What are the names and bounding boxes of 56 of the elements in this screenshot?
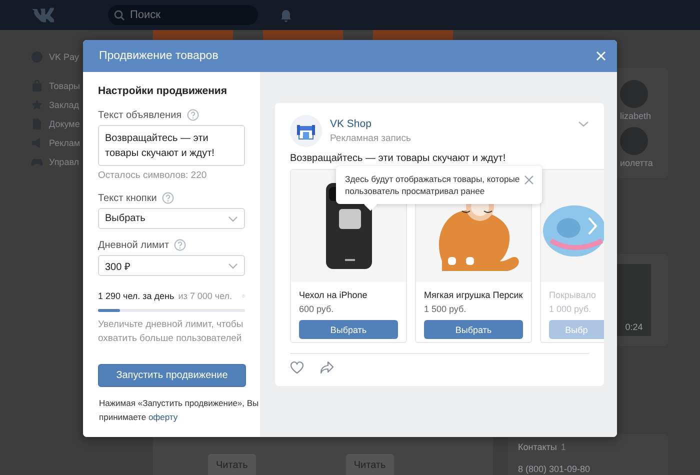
avatar: [620, 80, 648, 108]
select-button[interactable]: Выбрать: [424, 320, 523, 339]
search-icon: [114, 10, 125, 20]
chevron-down-icon: [228, 216, 238, 222]
post-subtitle: Рекламная запись: [330, 133, 411, 144]
contacts-count: 1: [560, 442, 566, 452]
bell-icon: [280, 8, 292, 22]
product-price: 600 руб.: [299, 304, 335, 314]
daily-limit-select[interactable]: 300 ₽: [98, 255, 245, 276]
phone-number: 8 (800) 301-09-80: [518, 464, 592, 474]
logo-icon: [30, 5, 54, 25]
close-icon[interactable]: [524, 175, 534, 185]
friend-name[interactable]: иолетта: [620, 158, 653, 168]
button-text-select[interactable]: Выбрать: [98, 208, 245, 229]
contacts-title: Контакты: [518, 442, 557, 452]
field-label: Текст кнопки: [98, 192, 157, 204]
offer-link[interactable]: оферту: [148, 412, 178, 422]
help-icon: [174, 239, 186, 251]
reach-total: из 7 000 чел.: [178, 291, 232, 301]
heart-icon[interactable]: [290, 361, 304, 374]
video-thumbnail[interactable]: 0:24: [617, 264, 651, 336]
select-button[interactable]: Выбрать: [299, 320, 398, 339]
video-duration: 0:24: [625, 322, 643, 332]
section-heading: Настройки продвижения: [98, 85, 228, 97]
nav-item[interactable]: Реклам: [49, 138, 80, 148]
chevron-down-icon: [578, 121, 589, 128]
nav-item[interactable]: Докуме: [49, 118, 80, 128]
product-title: Покрывало: [549, 290, 597, 300]
help-icon: [186, 109, 199, 121]
chevron-down-icon: [228, 262, 238, 268]
avatar: [620, 127, 648, 155]
product-price: 1 000 руб.: [549, 304, 592, 314]
modal-title: Продвижение товаров: [99, 50, 218, 62]
hint-text: Увеличьте дневной лимит, чтобы охватить больше пользователей: [98, 318, 244, 346]
terms-text: Нажимая «Запустить продвижение», Вы принимаете оферту: [98, 397, 260, 424]
reach-count: 1 290 чел. за день: [98, 291, 174, 301]
product-price: 1 500 руб.: [424, 304, 468, 314]
author-name[interactable]: VK Shop: [330, 118, 411, 130]
field-label: Текст объявления: [98, 110, 182, 120]
help-icon: [162, 192, 174, 204]
friend-name[interactable]: lizabeth: [620, 111, 652, 121]
product-title: Мягкая игрушка Персик: [424, 290, 524, 300]
launch-button[interactable]: Запустить продвижение: [98, 364, 246, 387]
nav-item[interactable]: Заклад: [49, 100, 79, 110]
field-label: Дневной лимит: [98, 240, 170, 250]
nav-item[interactable]: Товары: [49, 80, 80, 90]
nav-item[interactable]: VK Pay: [49, 52, 80, 62]
character-counter: Осталось символов: 220: [98, 170, 208, 181]
product-title: Чехол на iPhone: [299, 290, 368, 300]
chevron-right-icon[interactable]: [587, 217, 598, 235]
tooltip-text: Здесь будут отображаться товары, которые пользователь просматривал ранее: [345, 174, 520, 196]
ad-text-field[interactable]: Возвращайтесь — эти товары скучают и ждут!: [98, 125, 245, 166]
nav-item[interactable]: Управл: [49, 156, 80, 166]
post-text: Возвращайтесь — эти товары скучают и ждут!: [290, 153, 507, 164]
share-icon[interactable]: [320, 361, 334, 374]
search-field[interactable]: Поиск: [108, 5, 258, 25]
